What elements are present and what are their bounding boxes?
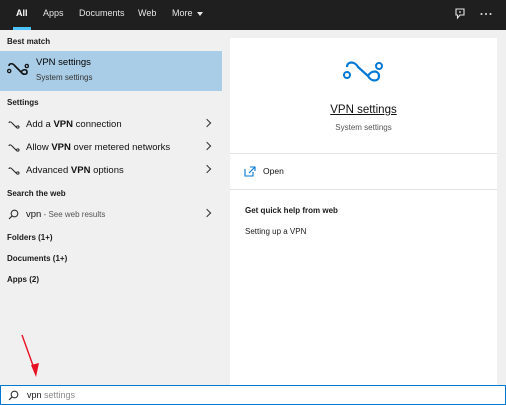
search-input[interactable]: vpn settings bbox=[27, 390, 75, 400]
category-apps[interactable]: Apps (2) bbox=[7, 275, 39, 284]
preview-subtitle: System settings bbox=[335, 123, 392, 132]
label-part: over metered networks bbox=[70, 142, 171, 153]
label-keyword: VPN bbox=[53, 119, 74, 130]
settings-heading: Settings bbox=[7, 98, 39, 107]
preview-pane: VPN settings System settings Open Get qu… bbox=[230, 38, 497, 385]
settings-result-metered[interactable]: Allow VPN over metered networks bbox=[0, 137, 222, 159]
vpn-icon bbox=[343, 61, 383, 82]
label-part: Allow bbox=[26, 142, 52, 153]
best-match-subtitle: System settings bbox=[36, 73, 93, 82]
preview-title[interactable]: VPN settings bbox=[230, 104, 497, 116]
vpn-icon bbox=[8, 121, 20, 129]
vpn-icon bbox=[7, 62, 29, 76]
label-part: Add a bbox=[26, 119, 54, 130]
label-part: connection bbox=[73, 119, 122, 130]
web-result-label: vpn - See web results bbox=[26, 209, 105, 220]
search-scope-tabs: All Apps Documents Web More bbox=[0, 0, 506, 30]
label-keyword: VPN bbox=[51, 142, 71, 153]
chevron-right-icon[interactable] bbox=[202, 118, 212, 128]
help-heading: Get quick help from web bbox=[245, 206, 338, 215]
category-documents[interactable]: Documents (1+) bbox=[7, 254, 67, 263]
tab-documents[interactable]: Documents bbox=[79, 0, 125, 30]
annotation-arrow bbox=[21, 334, 39, 377]
label-part: options bbox=[90, 165, 124, 176]
settings-result-label: Add a VPN connection bbox=[26, 119, 122, 130]
divider bbox=[230, 189, 497, 190]
tab-web[interactable]: Web bbox=[138, 0, 156, 30]
best-match-heading: Best match bbox=[7, 37, 51, 46]
settings-result-advanced[interactable]: Advanced VPN options bbox=[0, 160, 222, 182]
open-action[interactable]: Open bbox=[244, 164, 284, 178]
divider bbox=[230, 153, 497, 154]
best-match-result[interactable]: VPN settings System settings bbox=[0, 51, 222, 91]
tab-more[interactable]: More bbox=[172, 0, 203, 30]
vpn-icon bbox=[8, 144, 20, 152]
feedback-icon[interactable] bbox=[452, 6, 468, 22]
settings-result-label: Advanced VPN options bbox=[26, 165, 124, 176]
chevron-right-icon[interactable] bbox=[202, 164, 212, 174]
label-part: Advanced bbox=[26, 165, 71, 176]
open-icon bbox=[244, 166, 256, 177]
chevron-right-icon[interactable] bbox=[202, 208, 212, 218]
settings-result-label: Allow VPN over metered networks bbox=[26, 142, 170, 153]
web-result[interactable]: vpn - See web results bbox=[0, 204, 222, 226]
tab-all[interactable]: All bbox=[13, 0, 30, 30]
chevron-right-icon[interactable] bbox=[202, 141, 212, 151]
category-folders[interactable]: Folders (1+) bbox=[7, 233, 53, 242]
search-icon bbox=[8, 390, 19, 401]
results-pane: Best match VPN settings System settings … bbox=[0, 30, 222, 385]
web-query: vpn bbox=[26, 209, 42, 220]
open-label: Open bbox=[263, 166, 284, 176]
chevron-down-icon bbox=[196, 11, 203, 16]
search-icon bbox=[8, 209, 19, 220]
web-suffix: - See web results bbox=[41, 210, 106, 219]
label-keyword: VPN bbox=[70, 165, 91, 176]
help-link[interactable]: Setting up a VPN bbox=[245, 227, 306, 236]
search-typed-text: vpn bbox=[27, 390, 42, 400]
best-match-title: VPN settings bbox=[36, 57, 91, 68]
settings-result-add-vpn[interactable]: Add a VPN connection bbox=[0, 114, 222, 136]
more-options-icon[interactable] bbox=[478, 6, 494, 22]
web-heading: Search the web bbox=[7, 189, 66, 198]
tab-more-label: More bbox=[172, 8, 193, 18]
tab-apps[interactable]: Apps bbox=[43, 0, 64, 30]
search-box[interactable]: vpn settings bbox=[0, 385, 506, 405]
search-suggestion: settings bbox=[41, 390, 76, 400]
preview-title-text: VPN settings bbox=[330, 104, 397, 116]
vpn-icon bbox=[8, 167, 20, 175]
